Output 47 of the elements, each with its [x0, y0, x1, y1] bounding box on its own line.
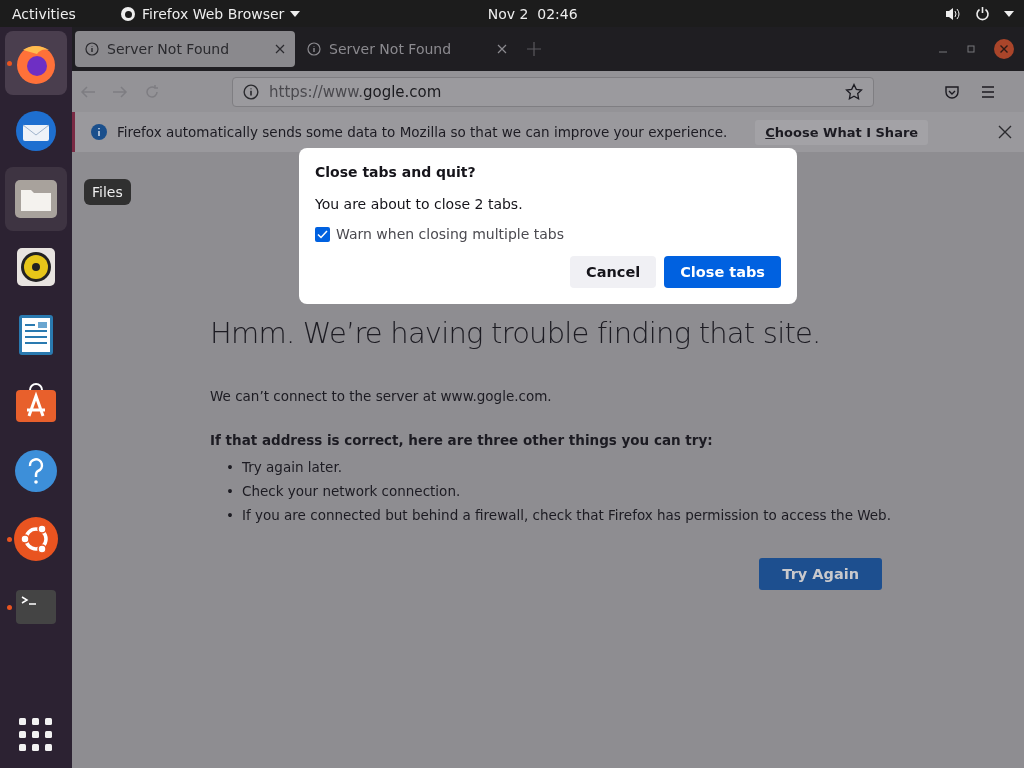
info-icon[interactable] [243, 83, 259, 100]
suggestions-heading: If that address is correct, here are three other things you can try: [210, 432, 714, 448]
app-grid-icon[interactable] [19, 718, 53, 752]
error-description: We can’t connect to the server at www.gogle.com. [210, 388, 553, 404]
activities-button[interactable]: Activities [12, 5, 76, 22]
info-icon [307, 42, 321, 56]
cancel-button[interactable]: Cancel [570, 256, 657, 288]
try-again-button[interactable]: Try Again [759, 558, 882, 590]
dock-item[interactable] [5, 31, 67, 95]
close-icon[interactable] [497, 44, 507, 54]
notification-text: Firefox automatically sends some data to Mozilla so that we can improve your experience. [117, 124, 728, 140]
bullet: • [226, 482, 234, 500]
star-icon[interactable] [845, 82, 863, 101]
address-field[interactable]: https://www.gogle.com [232, 76, 874, 107]
bullet: • [226, 458, 234, 476]
choose-what-i-share-button[interactable]: Choose What I Share [755, 119, 929, 145]
volume-icon[interactable] [945, 6, 961, 21]
tooltip: Files [84, 179, 131, 205]
info-icon [85, 42, 99, 56]
checkbox[interactable] [315, 226, 330, 242]
maximize-icon[interactable] [966, 44, 976, 54]
close-tabs-button[interactable]: Close tabs [664, 256, 781, 288]
close-icon[interactable] [994, 39, 1014, 59]
bullet: • [226, 506, 234, 524]
info-icon [91, 124, 107, 140]
clock[interactable]: Nov 2 02:46 [487, 5, 578, 22]
error-title: Hmm. We’re having trouble finding that site. [210, 316, 822, 350]
suggestion-item: Try again later. [241, 458, 342, 476]
suggestion-item: If you are connected but behind a firewall, check that Firefox has permission to access the Web. [241, 506, 891, 524]
firefox-icon [119, 5, 136, 22]
menu-icon[interactable] [980, 84, 996, 99]
dialog-message: You are about to close 2 tabs. [315, 196, 524, 212]
caret-icon [290, 10, 301, 17]
close-icon[interactable] [275, 44, 285, 54]
browser-tab[interactable]: Server Not Found [297, 31, 517, 67]
caret-icon[interactable] [1004, 10, 1014, 17]
pocket-icon[interactable] [944, 83, 960, 100]
checkbox-label[interactable]: Warn when closing multiple tabs [336, 226, 565, 242]
close-icon[interactable] [998, 125, 1012, 139]
power-icon[interactable] [975, 6, 990, 21]
mail-icon[interactable] [13, 108, 59, 154]
dialog-title: Close tabs and quit? [315, 164, 477, 180]
help-icon[interactable] [13, 448, 59, 494]
ubuntu-icon[interactable] [13, 516, 59, 562]
app-menu[interactable]: Firefox Web Browser [119, 5, 301, 22]
browser-tab[interactable]: Server Not Found [75, 31, 295, 67]
suggestion-item: Check your network connection. [241, 482, 461, 500]
